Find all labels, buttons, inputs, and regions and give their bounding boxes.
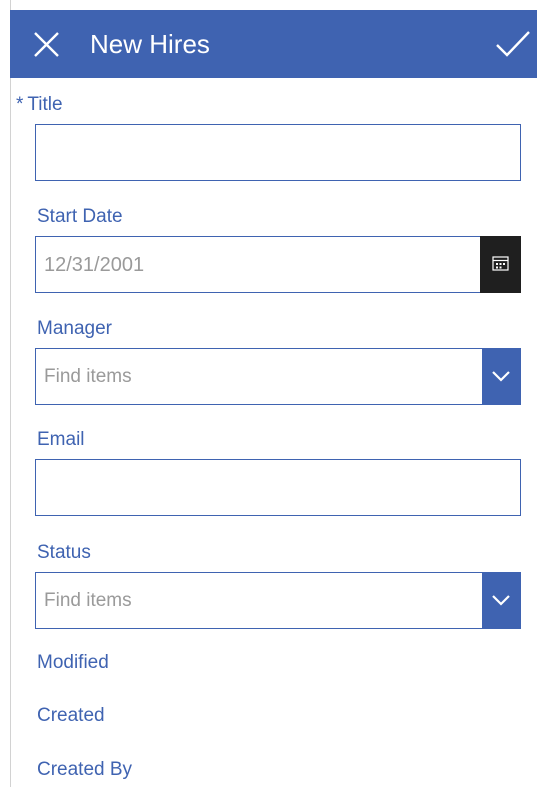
email-input[interactable]: [36, 460, 520, 515]
start-date-label: Start Date: [37, 206, 123, 227]
title-input[interactable]: [36, 125, 520, 180]
status-label: Status: [37, 542, 91, 563]
chevron-down-icon: [492, 371, 510, 382]
start-date-value: 12/31/2001: [44, 254, 145, 276]
start-date-field[interactable]: 12/31/2001: [35, 236, 521, 293]
modified-label: Modified: [37, 652, 109, 673]
form-header: New Hires: [10, 10, 537, 78]
manager-placeholder: Find items: [44, 366, 132, 387]
title-field[interactable]: [35, 124, 521, 181]
close-icon[interactable]: [33, 31, 60, 58]
required-mark: *: [16, 94, 24, 115]
title-label-text: Title: [27, 94, 63, 115]
manager-label: Manager: [37, 318, 112, 339]
calendar-button[interactable]: [480, 236, 521, 293]
email-label: Email: [37, 429, 85, 450]
left-border: [10, 0, 11, 787]
calendar-icon: [492, 256, 509, 271]
checkmark-icon[interactable]: [495, 30, 531, 58]
title-field-label: * Title: [16, 93, 63, 117]
status-combobox[interactable]: Find items: [35, 572, 521, 629]
status-dropdown-button[interactable]: [482, 572, 521, 629]
created-label: Created: [37, 705, 105, 726]
manager-dropdown-button[interactable]: [482, 348, 521, 405]
status-placeholder: Find items: [44, 590, 132, 611]
created-by-label: Created By: [37, 759, 133, 780]
manager-combobox[interactable]: Find items: [35, 348, 521, 405]
page-title: New Hires: [90, 29, 210, 59]
chevron-down-icon: [492, 595, 510, 606]
email-field[interactable]: [35, 459, 521, 516]
